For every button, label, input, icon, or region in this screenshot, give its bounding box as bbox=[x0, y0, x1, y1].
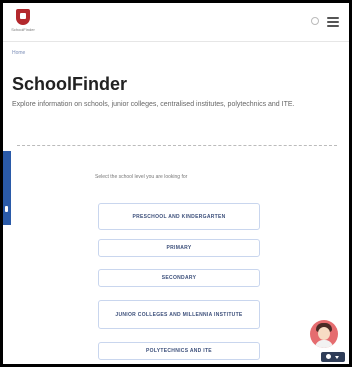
hamburger-menu-icon[interactable] bbox=[327, 17, 339, 27]
chat-assistant-avatar[interactable] bbox=[310, 320, 338, 348]
menu-line bbox=[327, 21, 339, 23]
secondary-button[interactable]: SECONDARY bbox=[98, 269, 260, 287]
logo-label: SchoolFinder bbox=[11, 27, 35, 32]
avatar-face bbox=[318, 327, 330, 340]
language-selector-button[interactable] bbox=[321, 352, 345, 362]
page-title: SchoolFinder bbox=[12, 74, 128, 94]
polytechnics-ite-button[interactable]: POLYTECHNICS AND ITE bbox=[98, 342, 260, 360]
user-icon[interactable] bbox=[311, 17, 319, 25]
site-logo[interactable]: SchoolFinder bbox=[11, 9, 35, 37]
menu-line bbox=[327, 17, 339, 19]
crest-icon bbox=[16, 9, 30, 25]
menu-line bbox=[327, 25, 339, 27]
section-divider bbox=[17, 145, 337, 146]
school-level-prompt: Select the school level you are looking … bbox=[95, 174, 188, 180]
chevron-down-icon bbox=[335, 356, 339, 359]
breadcrumb[interactable]: Home bbox=[12, 50, 25, 56]
junior-colleges-button[interactable]: JUNIOR COLLEGES AND MILLENNIA INSTITUTE bbox=[98, 300, 260, 329]
globe-icon bbox=[326, 354, 331, 359]
primary-button[interactable]: PRIMARY bbox=[98, 239, 260, 257]
preschool-kindergarten-button[interactable]: PRESCHOOL AND KINDERGARTEN bbox=[98, 203, 260, 230]
top-navigation-bar: SchoolFinder bbox=[3, 3, 349, 42]
browser-viewport: SchoolFinder Home SchoolFinder Explore i… bbox=[3, 3, 349, 364]
page-description: Explore information on schools, junior c… bbox=[12, 101, 295, 108]
avatar-body bbox=[315, 340, 333, 348]
feedback-side-tab[interactable] bbox=[3, 151, 11, 225]
